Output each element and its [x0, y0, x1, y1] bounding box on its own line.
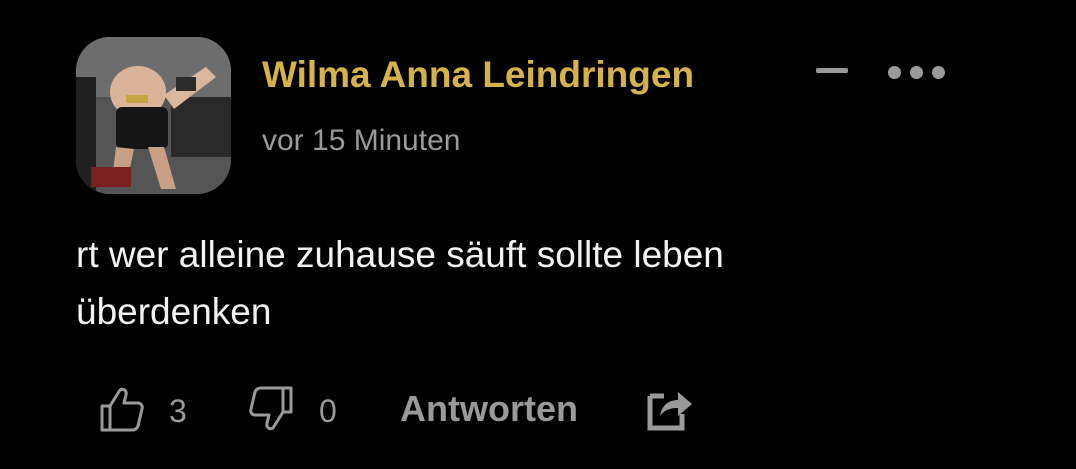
- dislike-button[interactable]: [247, 384, 297, 436]
- collapse-button[interactable]: [806, 56, 852, 86]
- comment-body: rt wer alleine zuhause säuft sollte lebe…: [76, 226, 976, 340]
- avatar[interactable]: [76, 37, 231, 194]
- avatar-image: [76, 37, 231, 194]
- comment-body-line: rt wer alleine zuhause säuft sollte lebe…: [76, 234, 724, 275]
- like-count: 3: [169, 393, 187, 429]
- timestamp: vor 15 Minuten: [262, 124, 461, 157]
- reply-button[interactable]: Antworten: [400, 388, 578, 430]
- comment-body-line: überdenken: [76, 291, 272, 332]
- author-name[interactable]: Wilma Anna Leindringen: [262, 54, 694, 96]
- like-button[interactable]: [96, 384, 146, 436]
- thumbs-up-icon: [100, 387, 144, 432]
- comment-card: Wilma Anna Leindringen vor 15 Minuten rt…: [0, 0, 1076, 469]
- thumbs-down-icon: [249, 386, 293, 431]
- more-options-button[interactable]: [882, 58, 958, 88]
- dislike-count: 0: [319, 393, 337, 429]
- share-icon: [647, 392, 692, 431]
- minus-icon: [816, 68, 848, 73]
- share-button[interactable]: [646, 384, 694, 436]
